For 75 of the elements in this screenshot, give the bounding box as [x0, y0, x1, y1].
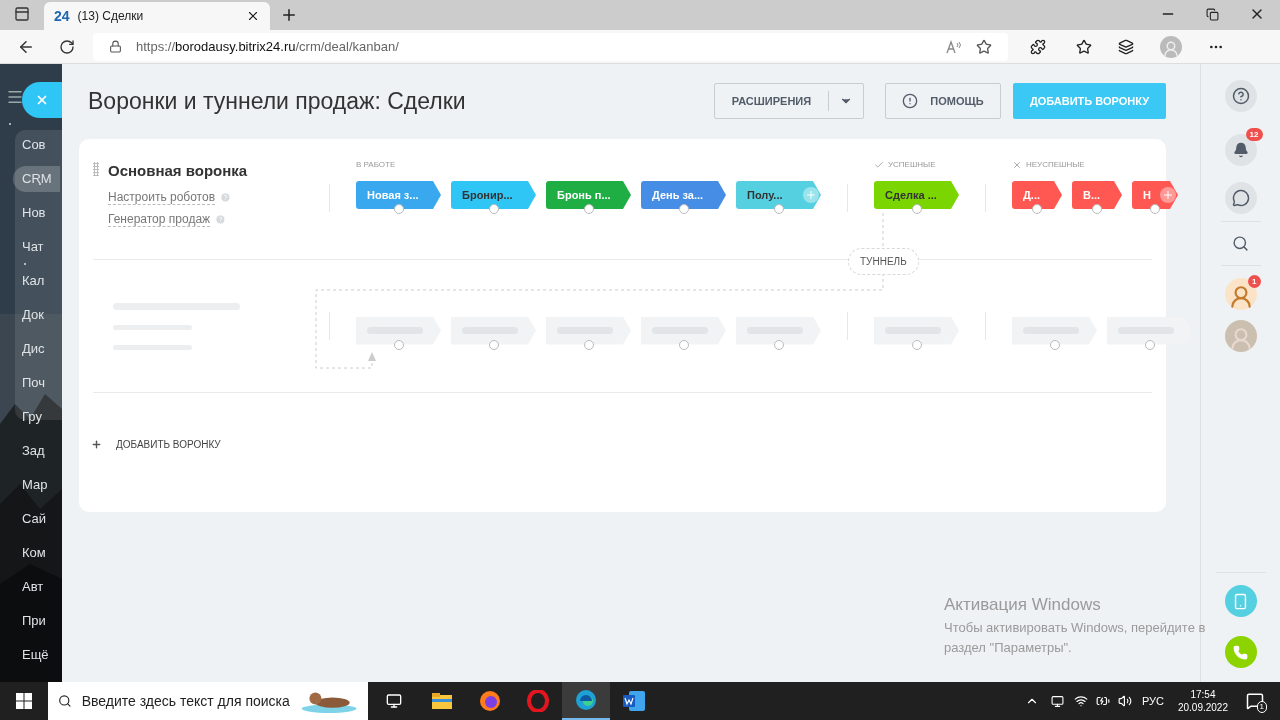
page-title: Воронки и туннели продаж: Сделки: [88, 86, 467, 116]
extensions-button[interactable]: РАСШИРЕНИЯ: [714, 83, 864, 119]
close-icon: [1012, 160, 1022, 170]
drag-handle-icon[interactable]: [93, 162, 99, 176]
meet-icon[interactable]: [1050, 694, 1064, 708]
reload-icon[interactable]: [59, 38, 75, 55]
browser-tab[interactable]: 24 (13) Сделки: [44, 2, 270, 30]
group-title: НЕУСПЕШНЫЕ: [1026, 159, 1085, 171]
plus-icon: [91, 439, 102, 450]
battery-icon[interactable]: [1095, 694, 1110, 708]
menu-item[interactable]: Ещё: [22, 645, 49, 665]
chat-icon[interactable]: [1224, 182, 1257, 214]
stage-chip[interactable]: Полу...: [736, 181, 821, 209]
menu-item[interactable]: Док: [22, 305, 44, 325]
menu-item[interactable]: Ком: [22, 543, 46, 563]
search-icon[interactable]: [1232, 235, 1249, 252]
new-tab-icon[interactable]: [280, 6, 298, 24]
read-aloud-icon[interactable]: [946, 39, 962, 54]
menu-item[interactable]: Мар: [22, 475, 48, 495]
address-field[interactable]: https://borodausy.bitrix24.ru/crm/deal/kanban/: [93, 32, 1008, 61]
taskbar-search-field[interactable]: Введите здесь текст для поиска: [48, 682, 368, 720]
exclamation-icon: [902, 93, 919, 109]
tab-actions-icon[interactable]: [14, 6, 30, 22]
clock-time[interactable]: 17:54: [1190, 688, 1216, 701]
menu-item[interactable]: Чат: [22, 237, 44, 257]
menu-item[interactable]: Дис: [22, 339, 45, 359]
notification-count: 12: [1245, 128, 1263, 141]
funnel-name: Основная воронка: [108, 161, 248, 181]
menu-item[interactable]: Нов: [22, 203, 46, 223]
collections-icon[interactable]: [1118, 38, 1134, 55]
close-tab-icon[interactable]: [246, 9, 260, 23]
search-icon: [58, 693, 72, 709]
menu-item[interactable]: Кал: [22, 271, 45, 291]
extensions-icon[interactable]: [1030, 38, 1046, 55]
menu-item[interactable]: При: [22, 611, 46, 631]
menu-item[interactable]: Поч: [22, 373, 46, 393]
notifications-icon[interactable]: [1224, 134, 1257, 166]
lock-icon: [109, 40, 122, 53]
menu-item[interactable]: Сов: [22, 135, 46, 155]
language-indicator[interactable]: РУС: [1141, 692, 1164, 710]
add-funnel-link[interactable]: ДОБАВИТЬ ВОРОНКУ: [91, 437, 221, 452]
clock-date[interactable]: 20.09.2022: [1177, 701, 1228, 714]
tab-title: (13) Сделки: [77, 8, 145, 25]
stage-chip[interactable]: Сделка ...: [874, 181, 959, 209]
site-logo: 24: [54, 6, 70, 26]
url-text: https://borodausy.bitrix24.ru/crm/deal/kanban/: [136, 37, 400, 56]
menu-item[interactable]: Авт: [22, 577, 44, 597]
message-count: 1: [1248, 275, 1261, 288]
close-icon: [35, 93, 49, 107]
add-stage-icon[interactable]: [1160, 187, 1176, 203]
stage-chip[interactable]: День за...: [641, 181, 726, 209]
help-button[interactable]: ПОМОЩЬ: [885, 83, 1001, 119]
funnel-link[interactable]: Генератор продаж: [108, 211, 211, 227]
notification-count: 1: [1256, 701, 1267, 713]
volume-icon[interactable]: [1117, 694, 1132, 708]
add-favorite-icon[interactable]: [976, 38, 992, 55]
menu-item[interactable]: CRM: [13, 166, 60, 192]
funnel-link[interactable]: Настроить роботов: [108, 189, 215, 205]
activation-text: Чтобы активировать Windows, перейдите в раздел "Параметры".: [944, 618, 1207, 657]
check-icon: [874, 160, 884, 170]
action-center-icon[interactable]: 1: [1246, 692, 1264, 710]
restore-icon[interactable]: [1206, 8, 1219, 21]
activation-title: Активация Windows: [944, 594, 1102, 616]
help-icon[interactable]: [1224, 80, 1257, 112]
group-title: В РАБОТЕ: [356, 159, 396, 171]
menu-item[interactable]: Сай: [22, 509, 47, 529]
favorites-icon[interactable]: [1076, 38, 1092, 55]
close-panel-button[interactable]: [22, 82, 62, 118]
menu-item[interactable]: Зад: [22, 441, 45, 461]
group-title: УСПЕШНЫЕ: [888, 159, 936, 171]
edge-taskbar-icon[interactable]: [562, 682, 610, 720]
stage-chip[interactable]: Бронир...: [451, 181, 536, 209]
network-icon[interactable]: [1073, 694, 1088, 708]
tunnel-label[interactable]: ТУННЕЛЬ: [848, 248, 919, 275]
menu-item[interactable]: Гру: [22, 407, 42, 427]
